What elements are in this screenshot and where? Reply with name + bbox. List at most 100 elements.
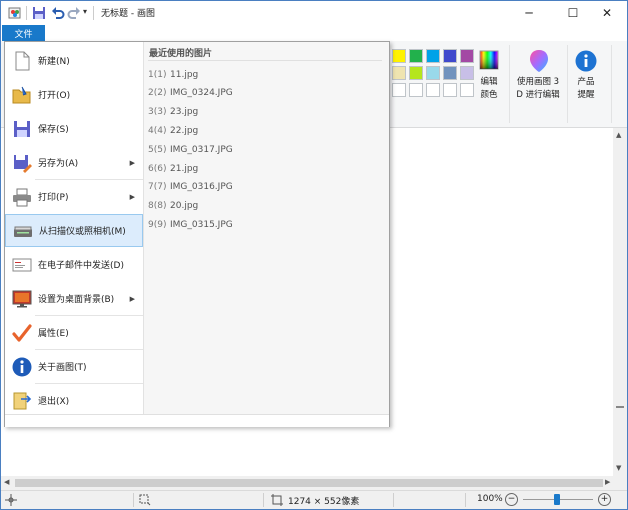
submenu-arrow-icon: ▶ [129, 192, 135, 201]
recent-picture-number: 6(6) [148, 163, 167, 174]
recent-picture-item[interactable]: 6(6) 21.jpg [148, 160, 382, 177]
menu-item-save-as[interactable]: 另存为(A) ▶ [5, 146, 143, 179]
color-swatch[interactable] [409, 83, 423, 97]
color-swatch[interactable] [426, 49, 440, 63]
scroll-up-icon[interactable]: ▲ [616, 131, 621, 139]
cursor-position-icon [5, 494, 17, 506]
paint3d-label-1: 使用画图 3 [516, 77, 560, 87]
redo-icon[interactable] [67, 5, 81, 21]
menu-item-label: 设置为桌面背景(B) [38, 295, 115, 305]
scroll-left-icon[interactable]: ◀ [4, 478, 9, 486]
menu-item-label: 保存(S) [38, 125, 69, 135]
file-menu-commands: 新建(N) 打开(O) 保存(S) 另存为(A) ▶ 打印(P) ▶ 从扫描仪或照相机(M) 在… [5, 42, 144, 414]
edit-colors-label-2: 颜色 [480, 90, 498, 100]
zoom-out-button[interactable]: − [505, 493, 518, 506]
recent-picture-item[interactable]: 7(7) IMG_0316.JPG [148, 179, 382, 196]
menu-item-new[interactable]: 新建(N) [5, 44, 143, 77]
color-swatch[interactable] [409, 66, 423, 80]
zoom-slider-thumb[interactable] [554, 494, 560, 505]
paint-app-icon[interactable] [7, 5, 23, 21]
product-alert-label-1: 产品 [577, 77, 595, 87]
save-icon[interactable] [32, 5, 46, 21]
ribbon-divider-2 [567, 45, 568, 123]
submenu-arrow-icon: ▶ [129, 158, 135, 167]
color-swatch[interactable] [443, 49, 457, 63]
recent-pictures-panel: 最近使用的图片 1(1) 11.jpg 2(2) IMG_0324.JPG 3(3) 23… [144, 42, 389, 414]
menu-item-open[interactable]: 打开(O) [5, 78, 143, 111]
recent-picture-item[interactable]: 5(5) IMG_0317.JPG [148, 141, 382, 158]
color-swatch[interactable] [460, 83, 474, 97]
scroll-right-icon[interactable]: ▶ [605, 478, 610, 486]
undo-icon[interactable] [51, 5, 65, 21]
menu-item-print[interactable]: 打印(P) ▶ [5, 180, 143, 213]
status-divider-3 [393, 493, 394, 507]
about-icon [12, 357, 32, 377]
vertical-scrollbar[interactable]: ▲ ▼ [613, 128, 627, 476]
color-swatch[interactable] [426, 66, 440, 80]
image-size-icon [271, 494, 283, 506]
recent-picture-filename: 20.jpg [170, 201, 199, 212]
menu-item-save[interactable]: 保存(S) [5, 112, 143, 145]
color-swatch[interactable] [392, 49, 406, 63]
recent-picture-item[interactable]: 2(2) IMG_0324.JPG [148, 85, 382, 102]
horizontal-scrollbar[interactable]: ◀ ▶ [1, 476, 627, 490]
scroll-down-icon[interactable]: ▼ [616, 464, 621, 472]
menu-item-exit[interactable]: 退出(X) [5, 384, 143, 417]
file-tab[interactable]: 文件 [2, 25, 45, 41]
color-swatch[interactable] [443, 66, 457, 80]
info-icon[interactable] [575, 50, 597, 72]
ribbon-divider-3 [611, 45, 612, 123]
edit-colors-button[interactable]: 编辑 颜色 [475, 76, 503, 102]
minimize-button[interactable]: ─ [507, 1, 551, 25]
recent-picture-item[interactable]: 1(1) 11.jpg [148, 66, 382, 83]
recent-picture-number: 8(8) [148, 201, 167, 212]
menu-item-label: 属性(E) [38, 329, 69, 339]
submenu-arrow-icon: ▶ [129, 294, 135, 303]
menu-item-from-scanner[interactable]: 从扫描仪或照相机(M) [5, 214, 143, 247]
scroll-thumb-h[interactable] [15, 479, 603, 487]
menu-item-label: 打印(P) [38, 193, 69, 203]
recent-picture-filename: IMG_0324.JPG [170, 88, 233, 99]
properties-icon [12, 323, 32, 343]
customize-quick-access-icon[interactable]: ▾ [83, 7, 87, 16]
scanner-icon [13, 222, 33, 242]
color-swatch[interactable] [392, 83, 406, 97]
color-swatch[interactable] [426, 83, 440, 97]
file-menu: 新建(N) 打开(O) 保存(S) 另存为(A) ▶ 打印(P) ▶ 从扫描仪或照相机(M) 在… [4, 41, 390, 427]
recent-picture-filename: 21.jpg [170, 163, 199, 174]
menu-item-properties[interactable]: 属性(E) [5, 316, 143, 349]
title-divider-2 [93, 6, 94, 20]
recent-picture-number: 7(7) [148, 182, 167, 193]
close-button[interactable]: ✕ [587, 1, 627, 25]
ribbon-divider [509, 45, 510, 123]
recent-picture-item[interactable]: 8(8) 20.jpg [148, 198, 382, 215]
color-wheel-icon[interactable] [479, 50, 499, 70]
paint3d-icon[interactable] [528, 49, 550, 73]
selection-size-icon [139, 494, 151, 506]
zoom-level: 100% [477, 494, 503, 504]
recent-picture-item[interactable]: 9(9) IMG_0315.JPG [148, 216, 382, 233]
color-swatch[interactable] [392, 66, 406, 80]
paint3d-button[interactable]: 使用画图 3 D 进行编辑 [513, 76, 563, 102]
menu-item-label: 关于画图(T) [38, 363, 87, 373]
save-as-icon [12, 153, 32, 173]
menu-item-send-email[interactable]: 在电子邮件中发送(D) [5, 248, 143, 281]
zoom-in-button[interactable]: + [598, 493, 611, 506]
edit-colors-label-1: 编辑 [480, 77, 498, 87]
color-swatch[interactable] [460, 49, 474, 63]
desktop-background-icon [12, 289, 32, 309]
recent-picture-item[interactable]: 3(3) 23.jpg [148, 104, 382, 121]
paint-window: ▾ 无标题 - 画图 ─ ☐ ✕ 文件 编辑 颜色 使用画图 3 D 进行编辑 [0, 0, 628, 510]
color-swatch[interactable] [443, 83, 457, 97]
menu-item-set-desktop-background[interactable]: 设置为桌面背景(B) ▶ [5, 282, 143, 315]
recent-picture-item[interactable]: 4(4) 22.jpg [148, 122, 382, 139]
color-swatch[interactable] [409, 49, 423, 63]
paint3d-label-2: D 进行编辑 [516, 90, 560, 100]
menu-item-label: 在电子邮件中发送(D) [38, 261, 124, 271]
menu-item-about[interactable]: 关于画图(T) [5, 350, 143, 383]
scroll-thumb-v[interactable] [616, 406, 624, 408]
recent-picture-filename: IMG_0316.JPG [170, 182, 233, 193]
color-swatch[interactable] [460, 66, 474, 80]
product-alert-button[interactable]: 产品 提醒 [571, 76, 601, 102]
recent-picture-filename: IMG_0317.JPG [170, 144, 233, 155]
